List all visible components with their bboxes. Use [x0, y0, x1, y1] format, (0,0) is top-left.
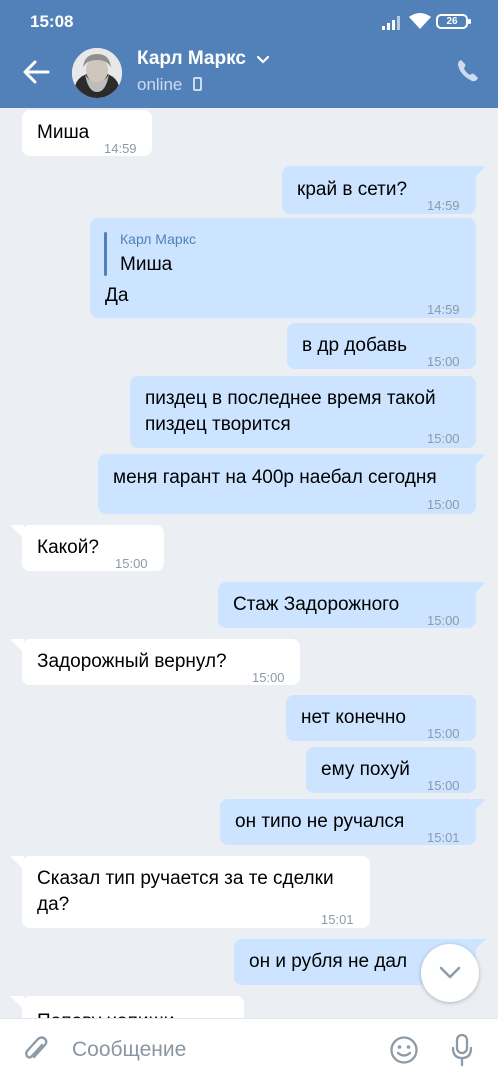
battery-icon: 26: [436, 14, 471, 29]
phone-icon[interactable]: [455, 58, 481, 84]
message-time: 15:00: [427, 497, 460, 512]
contact-title[interactable]: Карл Маркс: [137, 48, 270, 70]
bubble-tail: [472, 582, 486, 596]
message-outgoing[interactable]: он типо не ручался 15:01: [220, 799, 476, 845]
bubble-tail: [10, 639, 24, 653]
bubble-tail: [10, 525, 24, 539]
scroll-down-icon: [439, 966, 461, 979]
message-text: Миша: [37, 122, 90, 143]
message-time: 15:00: [427, 778, 460, 793]
reply-text: Миша: [120, 254, 173, 275]
paperclip-icon[interactable]: [22, 1035, 50, 1065]
message-composer: [0, 1018, 498, 1080]
message-time: 14:59: [104, 141, 137, 156]
message-time: 14:59: [427, 302, 460, 317]
presence-status: online: [137, 75, 203, 95]
message-text: Какой?: [37, 537, 99, 558]
microphone-icon[interactable]: [450, 1033, 474, 1067]
message-time: 15:00: [115, 556, 148, 571]
message-incoming[interactable]: Сказал тип ручается за те сделки да? 15:…: [22, 856, 370, 928]
message-time: 15:00: [427, 613, 460, 628]
chevron-down-icon: [257, 55, 270, 64]
contact-name: Карл Маркс: [137, 48, 246, 69]
message-outgoing[interactable]: Стаж Задорожного 15:00: [218, 582, 476, 628]
message-text: нет конечно: [301, 707, 406, 728]
message-time: 15:00: [427, 431, 460, 446]
message-text: он и рубля не дал: [249, 951, 408, 972]
bubble-tail: [472, 799, 486, 813]
message-text-line: пиздец в последнее время такой: [145, 388, 436, 409]
message-list[interactable]: Миша 14:59 край в сети? 14:59 Карл Маркс…: [0, 108, 498, 1018]
message-incoming[interactable]: Миша 14:59: [22, 110, 152, 156]
message-time: 15:01: [427, 830, 460, 845]
message-text-line: да?: [37, 894, 70, 915]
status-time: 15:08: [30, 12, 74, 31]
emoji-icon[interactable]: [389, 1035, 419, 1065]
scroll-down-button[interactable]: [421, 944, 479, 1002]
message-outgoing[interactable]: пиздец в последнее время такой пиздец тв…: [130, 376, 476, 448]
message-text: Задорожный вернул?: [37, 651, 227, 672]
message-outgoing-reply[interactable]: Карл Маркс Миша Да 14:59: [90, 218, 476, 318]
chat-header: 15:08 26 Карл Маркс online: [0, 0, 498, 108]
message-text: Стаж Задорожного: [233, 594, 400, 615]
message-time: 15:00: [427, 726, 460, 741]
signal-icon: [382, 16, 400, 30]
message-outgoing[interactable]: нет конечно 15:00: [286, 695, 476, 741]
message-time: 15:01: [321, 912, 354, 927]
message-incoming[interactable]: Задорожный вернул? 15:00: [22, 639, 300, 685]
message-incoming[interactable]: Попову напиши: [22, 996, 244, 1018]
message-outgoing[interactable]: меня гарант на 400р наебал сегодня 15:00: [98, 454, 476, 514]
back-arrow-icon[interactable]: [22, 60, 50, 84]
bubble-tail: [10, 996, 24, 1010]
message-text-line: Сказал тип ручается за те сделки: [37, 868, 334, 889]
message-text: Попову напиши: [37, 1009, 174, 1018]
status-bar: 15:08 26: [0, 0, 498, 44]
contact-avatar[interactable]: [72, 48, 122, 98]
message-text: Да: [105, 285, 129, 306]
message-outgoing[interactable]: в др добавь 15:00: [287, 323, 476, 369]
reply-author: Карл Маркс: [120, 231, 196, 247]
bubble-tail: [472, 454, 486, 468]
bubble-tail: [472, 939, 486, 953]
message-outgoing[interactable]: ему похуй 15:00: [306, 747, 476, 793]
bubble-tail: [472, 166, 486, 180]
presence-text: online: [137, 75, 183, 94]
message-outgoing[interactable]: край в сети? 14:59: [282, 166, 476, 214]
message-time: 15:00: [427, 354, 460, 369]
message-text: в др добавь: [302, 335, 407, 356]
bubble-tail: [10, 856, 24, 870]
message-text-line: пиздец творится: [145, 414, 291, 435]
message-text: он типо не ручался: [235, 811, 405, 832]
message-text: ему похуй: [321, 759, 410, 780]
battery-level: 26: [446, 16, 458, 27]
message-text: меня гарант на 400р наебал сегодня: [113, 467, 437, 488]
mobile-icon: [193, 77, 203, 91]
message-time: 15:00: [252, 670, 285, 685]
message-text: край в сети?: [297, 179, 408, 200]
wifi-icon: [409, 13, 431, 29]
message-incoming[interactable]: Какой? 15:00: [22, 525, 164, 571]
reply-quote-bar: [104, 232, 107, 276]
message-time: 14:59: [427, 198, 460, 213]
message-input[interactable]: [72, 1031, 372, 1069]
